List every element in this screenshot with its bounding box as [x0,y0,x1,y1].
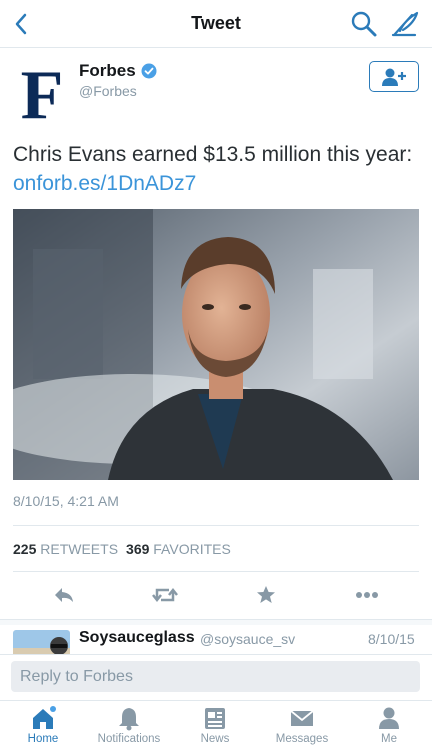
news-icon [205,708,225,729]
tab-news-label: News [200,733,230,745]
compose-quill-icon [391,11,419,37]
tweet-link[interactable]: onforb.es/1DnADz7 [13,172,196,195]
add-user-icon [382,68,406,86]
reply-composer [0,654,432,698]
tweet-header: F Forbes @Forbes [0,48,432,134]
bottom-tab-bar: Home Notifications News Messages Me [0,700,432,750]
tab-messages-label: Messages [275,733,329,745]
author-name-text: Forbes [79,61,136,80]
home-icon [33,706,56,729]
retweet-icon [152,587,178,603]
forbes-logo-avatar[interactable]: F [14,57,70,134]
author-name[interactable]: Forbes [79,61,157,81]
retweets-number: 225 [13,541,37,557]
logo-letter: F [21,60,64,124]
tweet-photo[interactable] [13,209,419,480]
reply-arrow-icon [55,588,73,602]
reply-author-handle: @soysauce_sv [200,631,296,647]
tab-notifications-label: Notifications [97,733,161,745]
reply-button[interactable] [50,582,78,608]
search-button[interactable] [350,10,378,38]
more-dots-icon [356,592,378,598]
verified-badge-icon [141,63,157,79]
portrait-photo [13,209,419,480]
reply-timestamp: 8/10/15 [368,631,415,647]
tweet-text: Chris Evans earned $13.5 million this ye… [13,140,418,198]
top-navbar: Tweet [0,0,432,48]
reply-author-name: Soysauceglass [79,629,195,646]
favorites-count[interactable]: 369 FAVORITES [126,541,231,557]
retweet-button[interactable] [151,582,179,608]
tweet-actions [0,578,432,612]
tab-news[interactable]: News [172,705,258,749]
person-icon [379,707,399,729]
tweet-timestamp: 8/10/15, 4:21 AM [13,493,119,509]
compose-tweet-button[interactable] [390,9,420,39]
tab-me[interactable]: Me [346,705,432,749]
tab-home-label: Home [27,733,59,745]
favorites-number: 369 [126,541,150,557]
retweets-count[interactable]: 225 RETWEETS [13,541,118,557]
divider [13,571,419,572]
author-handle[interactable]: @Forbes [79,83,137,99]
envelope-icon [290,710,314,726]
search-icon [351,11,377,37]
divider [13,525,419,526]
favorites-label: FAVORITES [153,541,231,557]
favorite-button[interactable] [252,582,280,608]
more-options-button[interactable] [353,582,381,608]
tab-home[interactable]: Home [0,705,86,749]
tab-me-label: Me [381,733,397,745]
bell-icon [119,708,139,731]
tweet-stats: 225 RETWEETS 369 FAVORITES [13,541,231,557]
reply-input[interactable] [11,661,420,692]
retweets-label: RETWEETS [40,541,119,557]
tab-notifications[interactable]: Notifications [86,705,172,749]
section-separator [0,619,432,625]
follow-button[interactable] [369,61,419,92]
tab-messages[interactable]: Messages [259,705,345,749]
tweet-body: Chris Evans earned $13.5 million this ye… [13,143,413,166]
star-icon [257,586,275,603]
